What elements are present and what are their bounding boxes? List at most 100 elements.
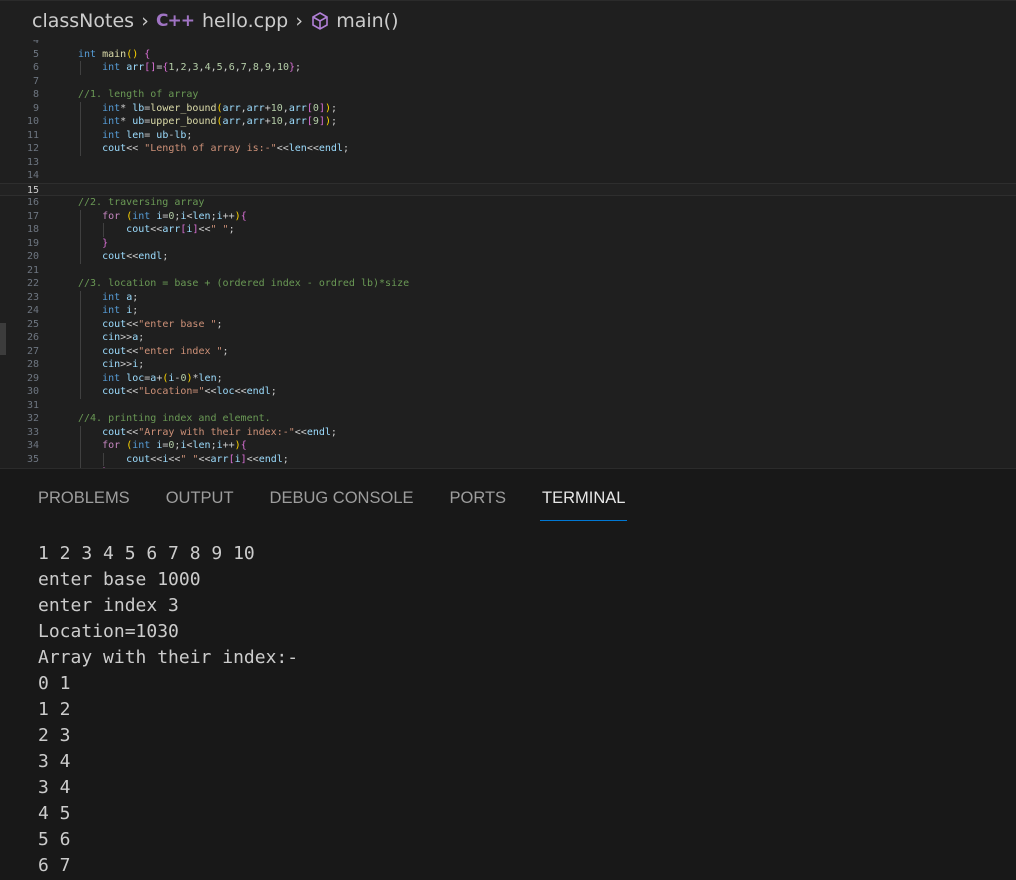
line-number: 14 [26,170,39,181]
code-text: cout<<"Array with their index:-"<<endl; [102,426,337,438]
line-number: 35 [26,453,39,465]
line-number: 25 [26,318,39,330]
code-line[interactable]: 7 [0,75,1016,89]
code-line[interactable]: 9 int* lb=lower_bound(arr,arr+10,arr[0])… [0,101,1016,115]
code-line[interactable]: 29 int loc=a+(i-0)*len; [0,371,1016,385]
code-line[interactable]: 12 cout<< "Length of array is:-"<<len<<e… [0,142,1016,156]
code-text: int i; [102,305,139,316]
code-text: cin>>a; [102,332,145,343]
code-text: int loc=a+(i-0)*len; [102,372,223,384]
breadcrumb-file[interactable]: C++ hello.cpp [156,10,288,32]
line-number: 29 [26,372,39,384]
terminal-line: 6 7 [38,855,71,876]
code-line[interactable]: 28 cin>>i; [0,358,1016,372]
code-line[interactable]: 30 cout<<"Location="<<loc<<endl; [0,385,1016,399]
terminal-line: Location=1030 [38,621,179,642]
terminal-line: 1 2 [38,699,71,720]
line-number: 20 [26,251,39,262]
panel-tabs: PROBLEMS OUTPUT DEBUG CONSOLE PORTS TERMINAL [38,469,661,521]
chevron-right-icon: › [295,9,303,32]
terminal-line: Array with their index:- [38,647,299,668]
tab-problems[interactable]: PROBLEMS [38,469,130,517]
tab-ports[interactable]: PORTS [450,469,507,517]
code-editor[interactable]: 4 5 int main() {6 int arr[]={1,2,3,4,5,6,7… [0,40,1016,468]
code-line[interactable]: 11 int len= ub-lb; [0,128,1016,142]
line-number: 27 [26,345,39,357]
line-number: 17 [26,210,39,222]
code-line[interactable]: 17 for (int i=0;i<len;i++){ [0,209,1016,223]
code-line[interactable]: 32 //4. printing index and element. [0,412,1016,426]
code-line[interactable]: 24 int i; [0,304,1016,318]
code-line[interactable]: 6 int arr[]={1,2,3,4,5,6,7,8,9,10}; [0,61,1016,75]
line-number: 7 [32,75,39,87]
code-text: int arr[]={1,2,3,4,5,6,7,8,9,10}; [102,62,302,73]
code-line[interactable]: 13 [0,156,1016,170]
terminal-output[interactable]: 1 2 3 4 5 6 7 8 9 10 enter base 1000 enter… [38,541,298,879]
line-number: 11 [26,129,39,141]
terminal-line: 0 1 [38,673,71,694]
line-number: 13 [26,156,39,168]
line-number: 31 [26,399,39,411]
line-number: 15 [26,184,39,196]
code-line[interactable]: 20 cout<<endl; [0,250,1016,264]
terminal-line: enter base 1000 [38,569,201,590]
line-number: 19 [26,237,39,249]
terminal-line: 1 2 3 4 5 6 7 8 9 10 [38,543,255,564]
code-text: for (int i=0;i<len;i++){ [102,440,247,451]
code-text: //4. printing index and element. [78,413,271,424]
code-text: int main() { [78,48,151,60]
code-text: cout<<"Location="<<loc<<endl; [102,386,277,397]
line-number: 4 [32,40,39,46]
tab-terminal[interactable]: TERMINAL [540,469,628,521]
code-line[interactable]: 34 for (int i=0;i<len;i++){ [0,439,1016,453]
cpp-file-icon: C++ [156,10,195,31]
line-number: 33 [26,426,39,438]
line-number: 18 [26,224,39,235]
code-line[interactable]: 31 [0,399,1016,413]
code-line[interactable]: 22 //3. location = base + (ordered index … [0,277,1016,291]
line-number: 10 [26,116,39,127]
code-line[interactable]: 25 cout<<"enter base "; [0,317,1016,331]
code-line[interactable]: 21 [0,264,1016,278]
code-line[interactable]: 4 [0,40,1016,48]
line-number: 16 [26,197,39,208]
line-number: 24 [26,305,39,316]
code-line[interactable]: 16 //2. traversing array [0,196,1016,210]
bottom-panel: PROBLEMS OUTPUT DEBUG CONSOLE PORTS TERMINAL… [0,468,1016,880]
breadcrumb-symbol[interactable]: main() [310,9,399,32]
cube-symbol-icon [312,11,329,30]
code-lines: 4 5 int main() {6 int arr[]={1,2,3,4,5,6,7… [0,40,1016,468]
breadcrumb-folder[interactable]: classNotes [32,10,134,32]
code-line[interactable]: 27 cout<<"enter index "; [0,344,1016,358]
code-line[interactable]: 33 cout<<"Array with their index:-"<<end… [0,425,1016,439]
line-number: 22 [26,278,39,289]
code-line[interactable]: 19 } [0,236,1016,250]
tab-debug-console[interactable]: DEBUG CONSOLE [270,469,414,517]
line-number: 30 [26,386,39,397]
line-number: 34 [26,440,39,451]
code-text: cout<< "Length of array is:-"<<len<<endl… [102,143,349,154]
code-line[interactable]: 26 cin>>a; [0,331,1016,345]
code-text: for (int i=0;i<len;i++){ [102,210,247,222]
code-line[interactable]: 23 int a; [0,290,1016,304]
code-text: cout<<arr[i]<<" "; [126,224,235,235]
code-text: //1. length of array [78,89,199,100]
code-line[interactable]: 18 cout<<arr[i]<<" "; [0,223,1016,237]
breadcrumb-symbol-label: main() [336,9,399,32]
code-line[interactable]: 8 //1. length of array [0,88,1016,102]
code-line[interactable]: 15 [0,182,1016,196]
line-number: 26 [26,332,39,343]
code-line[interactable]: 5 int main() { [0,48,1016,62]
code-text: int a; [102,291,139,303]
line-number: 6 [32,62,39,73]
code-line[interactable]: 14 [0,169,1016,183]
code-line[interactable]: 35 cout<<i<<" "<<arr[i]<<endl; [0,452,1016,466]
line-number: 8 [32,89,39,100]
line-number: 23 [26,291,39,303]
code-line[interactable]: 10 int* ub=upper_bound(arr,arr+10,arr[9]… [0,115,1016,129]
tab-output[interactable]: OUTPUT [166,469,234,517]
terminal-line: 3 4 [38,751,71,772]
breadcrumb-folder-label: classNotes [32,9,135,32]
code-text: //2. traversing array [78,197,205,208]
code-text: cin>>i; [102,359,145,370]
